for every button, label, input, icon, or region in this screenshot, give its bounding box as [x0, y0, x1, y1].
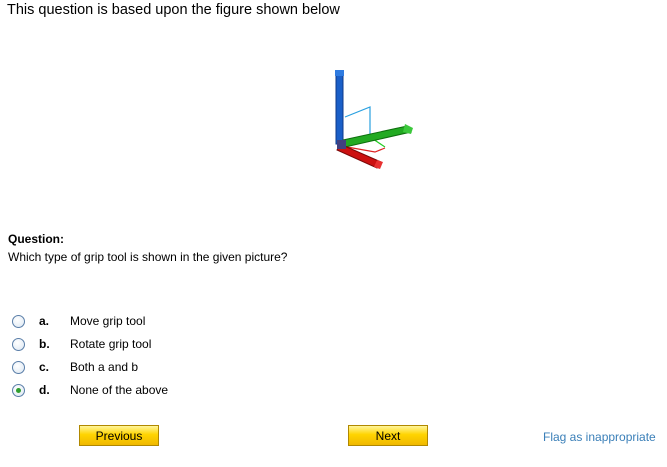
- option-d[interactable]: d. None of the above: [12, 381, 212, 404]
- question-label: Question:: [8, 232, 64, 246]
- option-b-radio[interactable]: [12, 338, 25, 351]
- answer-options: a. Move grip tool b. Rotate grip tool c.…: [12, 312, 212, 404]
- page-title: This question is based upon the figure s…: [7, 2, 340, 18]
- grip-tool-3d-axes-icon: [335, 70, 413, 169]
- option-d-letter: d.: [39, 383, 50, 397]
- option-b[interactable]: b. Rotate grip tool: [12, 335, 212, 358]
- option-c-letter: c.: [39, 360, 50, 374]
- option-b-letter: b.: [39, 337, 50, 351]
- option-d-radio[interactable]: [12, 384, 25, 397]
- question-text: Which type of grip tool is shown in the …: [8, 250, 288, 264]
- flag-inappropriate-link[interactable]: Flag as inappropriate: [543, 430, 656, 444]
- option-a-letter: a.: [39, 314, 50, 328]
- radio-dot-icon: [16, 388, 21, 393]
- option-c-text: Both a and b: [70, 360, 139, 374]
- option-c[interactable]: c. Both a and b: [12, 358, 212, 381]
- option-a-text: Move grip tool: [70, 314, 146, 328]
- option-c-radio[interactable]: [12, 361, 25, 374]
- next-button[interactable]: Next: [348, 425, 428, 446]
- option-d-text: None of the above: [70, 383, 169, 397]
- option-a-radio[interactable]: [12, 315, 25, 328]
- grip-tool-figure: [325, 62, 420, 177]
- previous-button[interactable]: Previous: [79, 425, 159, 446]
- option-a[interactable]: a. Move grip tool: [12, 312, 212, 335]
- option-b-text: Rotate grip tool: [70, 337, 152, 351]
